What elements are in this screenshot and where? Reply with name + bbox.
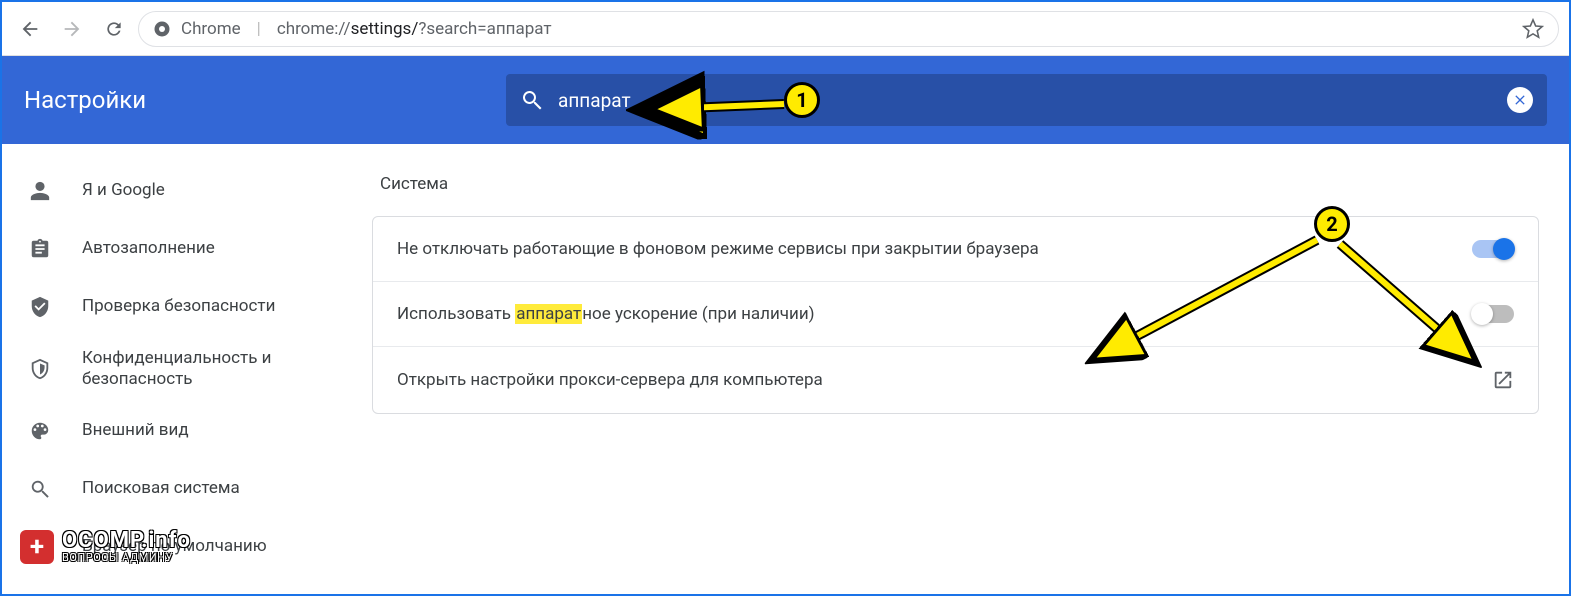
setting-label: Не отключать работающие в фоновом режиме… xyxy=(397,239,1472,259)
search-icon xyxy=(520,88,544,112)
sidebar-item-autofill[interactable]: Автозаполнение xyxy=(2,220,342,278)
forward-button[interactable] xyxy=(54,11,90,47)
sidebar-item-safety-check[interactable]: Проверка безопасности xyxy=(2,278,342,336)
browser-toolbar: Chrome | chrome://settings/?search=аппар… xyxy=(2,2,1569,56)
sidebar-item-privacy[interactable]: Конфиденциальность и безопасность xyxy=(2,336,342,402)
palette-icon xyxy=(28,419,52,443)
assignment-icon xyxy=(28,237,52,261)
star-icon[interactable] xyxy=(1522,18,1544,40)
sidebar-item-default-browser[interactable]: Браузер по умолчанию xyxy=(2,518,342,576)
sidebar-item-label: Поисковая система xyxy=(82,478,240,499)
back-button[interactable] xyxy=(12,11,48,47)
toggle-hardware-acceleration[interactable] xyxy=(1472,305,1514,323)
setting-label: Открыть настройки прокси-сервера для ком… xyxy=(397,370,1492,390)
sidebar-item-label: Я и Google xyxy=(82,180,165,201)
close-icon xyxy=(1512,92,1528,108)
sidebar-item-appearance[interactable]: Внешний вид xyxy=(2,402,342,460)
settings-title: Настройки xyxy=(24,86,484,114)
settings-sidebar: Я и Google Автозаполнение Проверка безоп… xyxy=(2,144,342,594)
verified-icon xyxy=(28,295,52,319)
settings-content: Система Не отключать работающие в фоново… xyxy=(342,144,1569,594)
sidebar-item-label: Проверка безопасности xyxy=(82,296,275,317)
settings-search[interactable]: аппарат xyxy=(506,74,1547,126)
reload-button[interactable] xyxy=(96,11,132,47)
setting-hardware-acceleration[interactable]: Использовать аппаратное ускорение (при н… xyxy=(373,281,1538,346)
search-highlight: аппарат xyxy=(515,304,582,324)
setting-label: Использовать аппаратное ускорение (при н… xyxy=(397,304,1472,324)
clear-search-button[interactable] xyxy=(1507,87,1533,113)
sidebar-item-label: Браузер по умолчанию xyxy=(82,536,267,557)
sidebar-item-label: Автозаполнение xyxy=(82,238,215,259)
search-icon xyxy=(28,477,52,501)
sidebar-item-label: Внешний вид xyxy=(82,420,189,441)
toggle-background-apps[interactable] xyxy=(1472,240,1514,258)
setting-background-apps[interactable]: Не отключать работающие в фоновом режиме… xyxy=(373,217,1538,281)
open-external-icon xyxy=(1492,369,1514,391)
browser-icon xyxy=(28,535,52,559)
site-chrome-icon xyxy=(153,20,171,38)
sidebar-item-search-engine[interactable]: Поисковая система xyxy=(2,460,342,518)
person-icon xyxy=(28,179,52,203)
address-bar[interactable]: Chrome | chrome://settings/?search=аппар… xyxy=(138,11,1559,47)
sidebar-item-you-and-google[interactable]: Я и Google xyxy=(2,162,342,220)
search-input-text[interactable]: аппарат xyxy=(558,89,1493,112)
arrow-left-icon xyxy=(19,18,41,40)
sidebar-item-label: Конфиденциальность и безопасность xyxy=(82,348,316,391)
omnibox-label: Chrome xyxy=(181,19,241,39)
settings-header: Настройки аппарат xyxy=(2,56,1569,144)
setting-open-proxy[interactable]: Открыть настройки прокси-сервера для ком… xyxy=(373,346,1538,413)
security-icon xyxy=(28,357,52,381)
section-title-system: Система xyxy=(380,174,1539,194)
arrow-right-icon xyxy=(61,18,83,40)
reload-icon xyxy=(104,19,124,39)
system-settings-card: Не отключать работающие в фоновом режиме… xyxy=(372,216,1539,414)
